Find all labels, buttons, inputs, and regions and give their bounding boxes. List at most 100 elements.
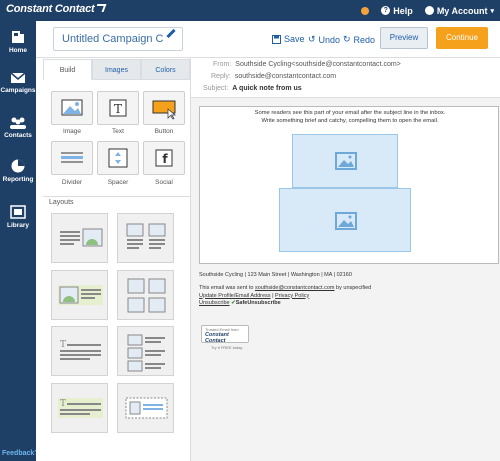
envelope-icon [10,72,26,83]
nav-item-home[interactable]: Home [0,29,36,54]
nav-item-reporting[interactable]: Reporting [0,158,36,183]
subject-value: A quick note from us [232,85,302,92]
my-account-menu[interactable]: My Account ▾ [424,6,494,16]
layout-highlight-text-icon: T [58,398,103,418]
block-image[interactable] [51,91,93,125]
email-editor: From: Southside Cycling<southside@constan… [191,58,500,461]
text-block-icon: T [109,99,127,117]
block-divider[interactable] [51,141,93,175]
reply-row[interactable]: Reply: southside@constantcontact.com [211,73,336,80]
save-button[interactable]: Save [272,34,305,44]
unsubscribe-link[interactable]: Unsubscribe [199,300,230,306]
from-label: From: [213,61,232,68]
block-label-spacer: Spacer [107,179,129,186]
help-button[interactable]: ? Help [381,6,413,16]
campaign-header: Untitled Campaign C Save ↺ Undo ↻ Redo Pre… [36,21,500,58]
campaign-name-field[interactable]: Untitled Campaign C [53,27,183,51]
tab-colors[interactable]: Colors [141,59,190,80]
footer-unsubscribe: Unsubscribe ✔SafeUnsubscribe [199,300,499,307]
layouts-divider [43,196,190,197]
preview-button[interactable]: Preview [380,27,428,49]
layouts-label: Layouts [49,199,74,206]
block-spacer[interactable] [97,141,139,175]
layout-tile[interactable] [51,213,108,263]
badge-sub-text: Try it FREE today [211,345,243,350]
block-label-button: Button [154,128,174,135]
image-placeholder[interactable] [279,188,411,252]
block-social[interactable]: f [143,141,185,175]
safe-unsubscribe-label: SafeUnsubscribe [235,299,281,306]
layout-tile[interactable] [117,326,174,376]
layout-tile[interactable]: T [51,326,108,376]
image-placeholder[interactable] [292,134,398,188]
from-row[interactable]: From: Southside Cycling<southside@constan… [213,61,401,68]
block-label-text: Text [112,128,124,135]
continue-button[interactable]: Continue [436,27,488,49]
feedback-link[interactable]: Feedback? [2,450,39,457]
contacts-icon [10,117,26,129]
subject-row[interactable]: Subject: A quick note from us [203,85,302,92]
notifications-button[interactable] [361,6,370,15]
trusted-email-badge[interactable]: Trusted Email from Constant Contact [201,325,249,344]
library-icon [10,205,26,219]
save-icon [272,34,281,44]
user-icon [424,6,434,15]
home-icon [12,31,24,43]
preheader-line-1: Some readers see this part of your email… [254,110,446,116]
email-footer[interactable]: Southside Cycling | 123 Main Street | Wa… [199,272,499,372]
block-label-divider: Divider [61,179,83,186]
reply-label: Reply: [211,73,231,80]
side-nav: Home Campaigns Contacts Reporting Librar… [0,21,39,461]
nav-item-library[interactable]: Library [0,204,36,229]
redo-icon: ↻ [343,34,351,44]
layout-tile[interactable] [117,270,174,320]
preheader-line-2: Write something brief and catchy, compel… [261,117,439,124]
block-text[interactable]: T [97,91,139,125]
preheader-text[interactable]: Some readers see this part of your email… [200,110,500,125]
brand-logo[interactable]: Constant Contact [6,3,107,15]
footer-address: Southside Cycling | 123 Main Street | Wa… [199,272,352,278]
svg-text:T: T [60,340,66,350]
nav-label-reporting: Reporting [2,176,34,183]
layout-tile[interactable]: T [51,383,108,433]
badge-brand-text: Constant Contact [205,332,229,344]
email-headers: From: Southside Cycling<southside@constan… [191,58,500,98]
facebook-icon: f [155,149,173,167]
email-canvas[interactable]: Some readers see this part of your email… [199,106,499,264]
layout-tile[interactable] [51,270,108,320]
tab-build[interactable]: Build [43,59,92,80]
panel-tabs: Build Images Colors [43,59,190,80]
footer-links: Update Profile/Email Address | Privacy P… [199,293,499,300]
from-value: Southside Cycling<southside@constantcont… [235,61,401,68]
button-block-icon [152,100,176,120]
nav-label-contacts: Contacts [4,132,32,139]
chevron-down-icon: ▾ [490,7,494,15]
nav-item-contacts[interactable]: Contacts [0,116,36,139]
divider-block-icon [61,152,83,163]
sent-to-prefix: This email was sent to [199,285,255,292]
nav-item-campaigns[interactable]: Campaigns [0,71,36,94]
svg-text:T: T [114,102,122,116]
redo-button[interactable]: ↻ Redo [343,34,375,45]
build-panel: Build Images Colors Image T Text Button … [36,58,191,461]
tab-images[interactable]: Images [92,59,141,80]
block-label-image: Image [62,128,82,135]
spacer-block-icon [108,148,128,168]
layout-heading-text-icon: T [60,340,101,360]
top-bar: Constant Contact ? Help My Account ▾ [0,0,500,21]
undo-button[interactable]: ↺ Undo [308,34,340,45]
undo-icon: ↺ [308,34,316,44]
sent-to-email-link[interactable]: southside@constantcontact.com [255,285,335,291]
nav-label-library: Library [6,222,30,229]
svg-text:f: f [162,152,168,166]
logo-mark-icon [95,4,107,12]
layout-tile[interactable] [117,213,174,263]
layout-coupon-icon [125,397,168,419]
save-label: Save [284,34,305,44]
privacy-policy-link[interactable]: Privacy Policy [275,293,309,299]
layout-tile[interactable] [117,383,174,433]
help-icon: ? [381,6,391,15]
block-button[interactable] [143,91,185,125]
layout-two-column-icon [126,223,166,249]
update-profile-link[interactable]: Update Profile/Email Address [199,293,271,299]
